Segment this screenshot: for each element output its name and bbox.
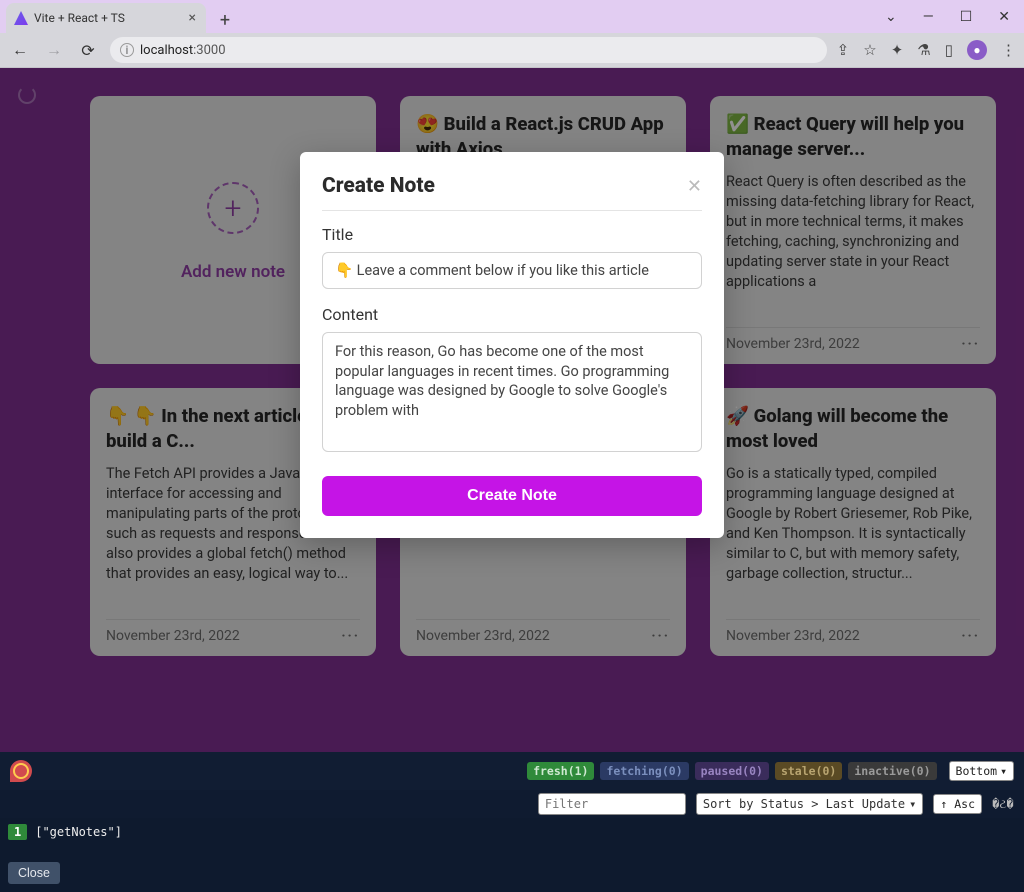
status-badge-fresh[interactable]: fresh(1) bbox=[527, 762, 594, 780]
create-note-modal: Create Note ✕ Title Content Create Note bbox=[300, 152, 724, 538]
nav-reload-icon[interactable]: ⟳ bbox=[76, 41, 100, 60]
query-key: ["getNotes"] bbox=[35, 825, 122, 839]
bookmark-icon[interactable]: ☆ bbox=[863, 41, 876, 59]
profile-avatar[interactable]: ● bbox=[967, 40, 987, 60]
kebab-menu-icon[interactable]: ⋮ bbox=[1001, 41, 1016, 59]
status-badge-fetching[interactable]: fetching(0) bbox=[600, 762, 688, 780]
react-query-devtools: fresh(1) fetching(0) paused(0) stale(0) … bbox=[0, 752, 1024, 892]
chevron-down-icon: ▾ bbox=[1000, 764, 1007, 778]
nav-forward-icon: → bbox=[42, 40, 66, 60]
status-badge-stale[interactable]: stale(0) bbox=[775, 762, 842, 780]
query-observer-count: 1 bbox=[8, 824, 27, 840]
window-close-icon[interactable]: ✕ bbox=[998, 9, 1010, 25]
app-viewport: + Add new note 😍 Build a React.js CRUD A… bbox=[0, 68, 1024, 892]
status-badge-paused[interactable]: paused(0) bbox=[695, 762, 769, 780]
new-tab-button[interactable]: + bbox=[212, 7, 238, 33]
filter-input[interactable] bbox=[538, 793, 686, 815]
network-icon[interactable]: �ટ� bbox=[992, 793, 1014, 815]
create-note-button[interactable]: Create Note bbox=[322, 476, 702, 516]
extensions-icon[interactable]: ✦ bbox=[891, 41, 904, 59]
panel-position-button[interactable]: Bottom ▾ bbox=[949, 761, 1014, 781]
sort-direction-button[interactable]: ↑ Asc bbox=[933, 794, 982, 814]
browser-nav-bar: ← → ⟳ i localhost:3000 ⇪ ☆ ✦ ⚗ ▯ ● ⋮ bbox=[0, 33, 1024, 68]
url-domain: localhost bbox=[140, 43, 193, 58]
window-chevron-icon[interactable]: ⌄ bbox=[885, 9, 897, 25]
tab-favicon bbox=[14, 11, 28, 25]
status-badge-inactive[interactable]: inactive(0) bbox=[848, 762, 936, 780]
chevron-down-icon: ▾ bbox=[909, 797, 916, 811]
share-icon[interactable]: ⇪ bbox=[837, 41, 850, 59]
content-label: Content bbox=[322, 305, 702, 324]
nav-back-icon[interactable]: ← bbox=[8, 40, 32, 60]
site-info-icon[interactable]: i bbox=[120, 43, 134, 57]
modal-heading: Create Note bbox=[322, 174, 435, 198]
react-query-logo-icon bbox=[10, 760, 32, 782]
window-maximize-icon[interactable]: ☐ bbox=[960, 9, 973, 25]
title-input[interactable] bbox=[322, 252, 702, 289]
browser-tab[interactable]: Vite + React + TS × bbox=[6, 3, 206, 33]
modal-close-icon[interactable]: ✕ bbox=[687, 176, 702, 197]
query-row[interactable]: 1 ["getNotes"] bbox=[0, 818, 1024, 846]
tab-close-icon[interactable]: × bbox=[187, 10, 198, 26]
labs-icon[interactable]: ⚗ bbox=[917, 41, 930, 59]
panel-icon[interactable]: ▯ bbox=[945, 41, 953, 59]
title-label: Title bbox=[322, 225, 702, 244]
devtools-close-button[interactable]: Close bbox=[8, 862, 60, 884]
window-minimize-icon[interactable]: — bbox=[923, 9, 934, 25]
sort-select[interactable]: Sort by Status > Last Update ▾ bbox=[696, 793, 924, 815]
tab-title: Vite + React + TS bbox=[34, 11, 187, 25]
window-controls: ⌄ — ☐ ✕ bbox=[885, 0, 1024, 33]
url-port: :3000 bbox=[193, 43, 225, 58]
url-bar[interactable]: i localhost:3000 bbox=[110, 37, 827, 63]
content-textarea[interactable] bbox=[322, 332, 702, 452]
browser-tab-strip: Vite + React + TS × + ⌄ — ☐ ✕ bbox=[0, 0, 1024, 33]
